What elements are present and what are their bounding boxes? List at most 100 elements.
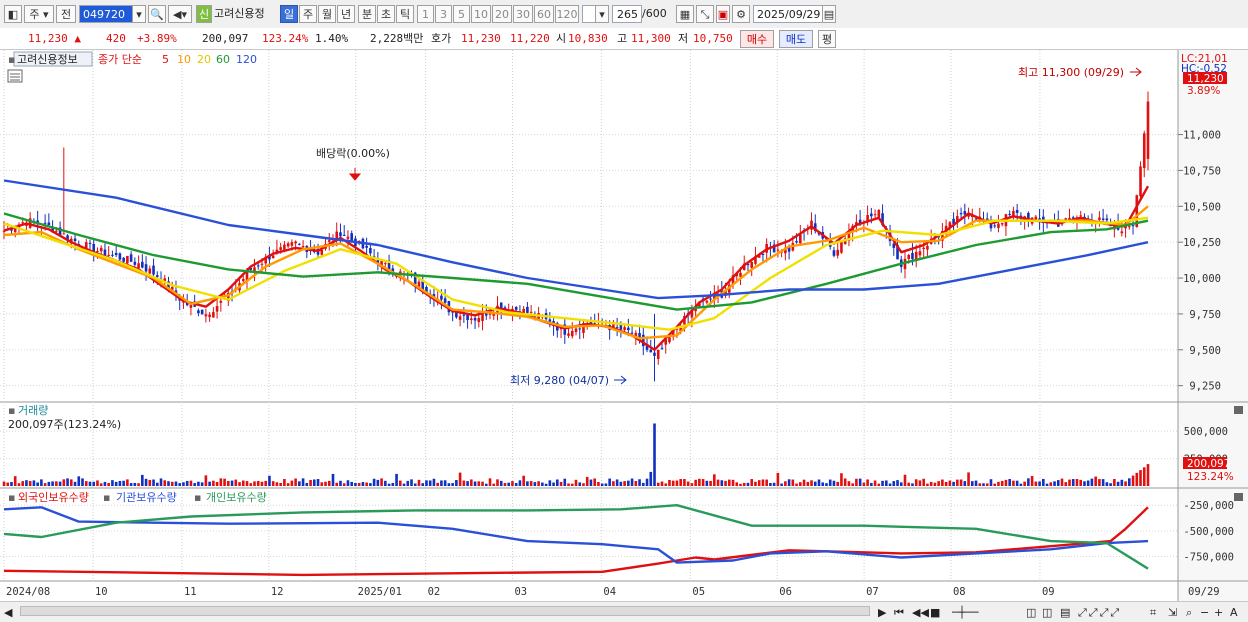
candle-body [369,248,372,254]
volume-bar [384,480,387,486]
sound-icon[interactable]: ◀▾ [168,5,192,23]
current-price: 11,230 ▲ [28,31,81,47]
eval-button[interactable]: 평 [818,30,836,48]
interval-1-button[interactable]: 1 [417,5,434,23]
legend-institution: 기관보유수량 [116,491,177,504]
zoom-out-icon[interactable]: − [1200,604,1212,622]
x-tick-label: 08 [953,586,966,598]
interval-30-button[interactable]: 30 [513,5,533,23]
step-back-icon[interactable]: ◀◀ [912,604,929,622]
draw-tools-icon[interactable]: ⤢⤢⤢⤢ [1078,604,1148,622]
volume-bar [720,480,724,486]
volume-tick-label: 500,000 [1184,426,1228,438]
period-second-button[interactable]: 초 [377,5,395,23]
interval-5-button[interactable]: 5 [453,5,470,23]
volume-bar [152,479,155,486]
x-tick-label: 2024/08 [6,586,50,598]
candle-body [126,255,129,264]
holdings-close-icon[interactable] [1234,493,1243,501]
buy-button[interactable]: 매수 [740,30,774,48]
info-tab[interactable]: 고려신용정보 [17,53,78,66]
candle-body [215,306,219,312]
settings-gear-icon[interactable]: ⚙ [732,5,750,23]
volume-bars [2,423,1150,486]
volume-bar [275,482,279,486]
candle-body [959,213,963,215]
volume-bar [447,483,451,486]
sell-button[interactable]: 매도 [779,30,813,48]
interval-10-button[interactable]: 10 [471,5,491,23]
interval-60-button[interactable]: 60 [534,5,554,23]
volume-bar [477,481,481,486]
market-select[interactable]: 주 ▾ [24,5,54,23]
volume-bar [604,483,608,486]
jump-first-icon[interactable]: ⏮ [894,604,908,622]
volume-bar [503,483,507,486]
volume-bar [227,480,230,486]
text-tool-icon[interactable]: A [1230,604,1242,622]
export-icon[interactable]: ⇲ [1168,604,1182,622]
volume-bar [230,480,234,486]
scroll-right-icon[interactable]: ▶ [878,604,890,622]
stock-chart[interactable]: 9,250 9,500 9,750 10,000 10,250 10,500 10,750 1… [0,50,1248,601]
candle-body [290,242,294,246]
volume-bar [458,472,462,486]
zoom-in-icon[interactable]: + [1214,604,1226,622]
search-icon[interactable]: ⌕ [1186,604,1200,622]
candle-body [462,314,466,316]
volume-bar [660,481,664,486]
code-dropdown-icon[interactable]: ▾ [132,5,146,23]
window-menu-icon[interactable]: ◧ [4,5,22,23]
interval-3-button[interactable]: 3 [435,5,452,23]
period-year-button[interactable]: 년 [337,5,355,23]
candle-body [241,279,245,281]
holdings-tick-label: -250,000 [1183,500,1234,512]
candle-body [656,349,660,359]
volume-bar [484,483,488,486]
period-minute-button[interactable]: 분 [358,5,376,23]
stop-icon[interactable]: ■ [930,604,942,622]
period-tick-button[interactable]: 틱 [396,5,414,23]
ruler-icon[interactable]: ⌗ [1150,604,1164,622]
horizontal-scrollbar[interactable] [20,606,870,616]
save-icon[interactable]: ▣ [716,5,730,23]
period-week-button[interactable]: 주 [299,5,317,23]
window-icon[interactable]: ◫ [1042,604,1056,622]
volume-bar [851,483,854,486]
volume-bar [331,473,335,486]
scroll-left-icon[interactable]: ◀ [4,604,16,622]
volume-bar [578,482,582,486]
zoom-slider[interactable]: ─┼── [952,604,1022,622]
date-input[interactable]: 2025/09/29 [753,5,823,23]
volume-bar [552,482,555,486]
x-last-label: 09/29 [1188,586,1220,598]
candle-body [286,243,290,247]
volume-bar [1101,479,1105,486]
volume-bar [559,481,563,486]
candle-body [993,225,997,227]
count-input[interactable]: 265 [612,5,642,23]
prev-button[interactable]: 전 [56,5,76,23]
search-icon[interactable]: 🔍 [148,5,166,23]
compare-icon[interactable]: ◫ [1026,604,1040,622]
interval-20-button[interactable]: 20 [492,5,512,23]
tile-icon[interactable]: ▤ [1060,604,1074,622]
candle-body [877,210,881,218]
candle-body [974,218,978,220]
period-day-button[interactable]: 일 [280,5,298,23]
custom-interval-dropdown-icon[interactable]: ▾ [595,5,609,23]
volume-close-icon[interactable] [1234,406,1243,414]
calendar-icon[interactable]: ▤ [822,5,836,23]
interval-120-button[interactable]: 120 [555,5,579,23]
draw-tool-icon[interactable]: ⤡ [696,5,714,23]
candle-body [911,252,914,260]
candle-body [279,247,282,250]
volume-bar [548,480,552,486]
candle-body [1079,215,1083,217]
volume-bar [290,480,294,486]
chart-type-icon[interactable]: ▦ [676,5,694,23]
volume-bar [533,482,537,486]
period-month-button[interactable]: 월 [318,5,336,23]
price-tick-label: 10,750 [1183,165,1221,177]
candle-body [133,261,137,265]
